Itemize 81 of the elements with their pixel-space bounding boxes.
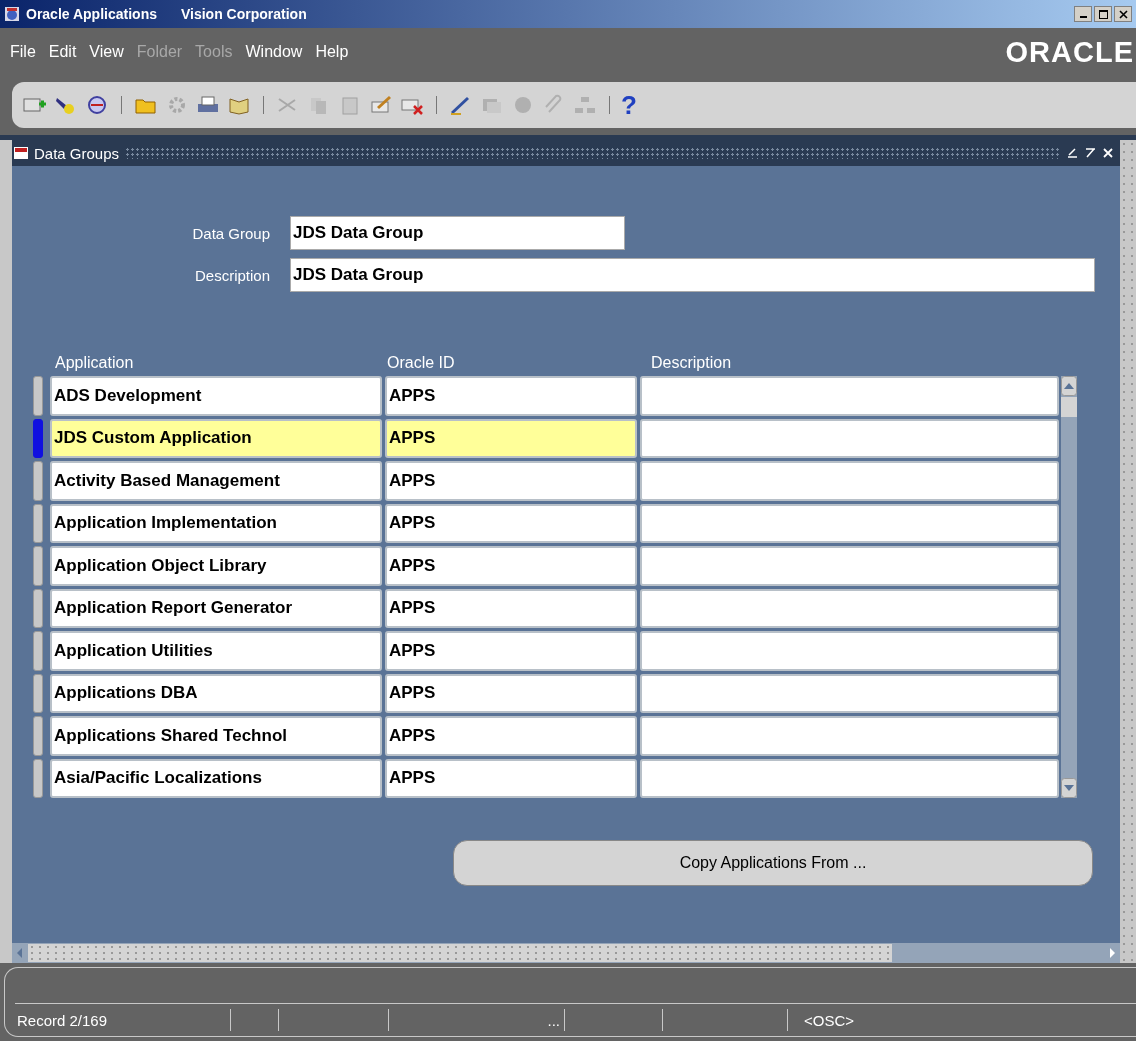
close-icon[interactable] [1102,147,1114,159]
table-cell[interactable] [640,546,1059,586]
form-title: Data Groups [34,144,120,162]
table-cell[interactable]: APPS [385,503,637,543]
copy-applications-button[interactable]: Copy Applications From ... [453,840,1093,886]
row-indicator[interactable] [33,461,43,501]
row-indicator[interactable] [33,631,43,671]
column-header: Application [54,354,135,373]
window-subtitle: Vision Corporation [180,6,307,22]
text-field[interactable]: JDS Data Group [290,258,1095,292]
table-cell[interactable]: APPS [385,376,637,416]
maximize-icon [1098,9,1108,19]
scroll-up-icon[interactable] [1061,376,1077,396]
table-cell[interactable] [640,588,1059,628]
table-cell[interactable]: APPS [385,673,637,713]
table-cell[interactable]: Asia/Pacific Localizations [50,758,382,798]
row-indicator[interactable] [33,546,43,586]
table-cell[interactable] [640,631,1059,671]
table-cell[interactable]: Applications Shared Technol [50,716,382,756]
table-cell[interactable]: APPS [385,588,637,628]
menu-item[interactable]: File [10,43,36,61]
minimize-icon [1079,15,1087,18]
app-icon [4,6,20,22]
table-cell[interactable] [640,716,1059,756]
table-cell[interactable]: Activity Based Management [50,461,382,501]
table-cell[interactable] [640,418,1059,458]
table-cell[interactable]: APPS [385,418,637,458]
table-cell[interactable] [640,758,1059,798]
table-cell[interactable]: APPS [385,716,637,756]
maximize-button[interactable] [1094,6,1112,22]
record-count: Record 2/169 [5,1009,231,1031]
menu-item[interactable]: Edit [48,43,77,61]
column-header: Oracle ID [386,354,456,373]
table-cell[interactable]: Application Report Generator [50,588,382,628]
status-field: ... [389,1009,565,1031]
close-icon [1118,9,1128,19]
form-icon [14,147,28,159]
table-cell[interactable]: Application Object Library [50,546,382,586]
table-cell[interactable] [640,503,1059,543]
table-cell[interactable]: APPS [385,631,637,671]
scroll-thumb[interactable] [28,944,892,962]
text-field[interactable]: JDS Data Group [290,216,625,250]
menu-item[interactable]: View [89,43,124,61]
table-cell[interactable]: Application Implementation [50,503,382,543]
horizontal-scrollbar[interactable] [12,943,1120,963]
table-cell[interactable] [640,673,1059,713]
row-indicator[interactable] [33,503,43,543]
status-field: <OSC> [788,1009,859,1031]
window-title: Oracle Applications [26,6,157,22]
row-indicator[interactable] [33,418,43,458]
table-cell[interactable]: APPS [385,758,637,798]
menu-item[interactable]: Window [245,43,303,61]
scroll-down-icon[interactable] [1061,778,1077,798]
hierarchy-icon[interactable] [572,94,598,116]
table-cell[interactable] [640,376,1059,416]
maximize-icon[interactable] [1084,147,1096,159]
scroll-thumb[interactable] [1061,397,1077,417]
pencil-icon[interactable] [368,94,394,116]
close-button[interactable] [1114,6,1132,22]
row-indicator[interactable] [33,588,43,628]
table-cell[interactable]: Applications DBA [50,673,382,713]
menu-item[interactable]: Help [315,43,349,61]
table-cell[interactable] [640,461,1059,501]
oracle-logo: ORACLE [1005,35,1134,69]
table-cell[interactable]: APPS [385,461,637,501]
column-header: Description [650,354,732,373]
table-cell[interactable]: Application Utilities [50,631,382,671]
window-scrollbar[interactable] [1120,140,1136,963]
field-label: Description [193,266,271,284]
table-cell[interactable]: ADS Development [50,376,382,416]
table-cell[interactable]: JDS Custom Application [50,418,382,458]
minimize-button[interactable] [1074,6,1092,22]
table-scrollbar[interactable] [1061,376,1077,798]
row-indicator[interactable] [33,376,43,416]
table-cell[interactable]: APPS [385,546,637,586]
help-button[interactable]: ? [621,92,637,118]
row-indicator[interactable] [33,673,43,713]
minimize-icon[interactable] [1066,147,1078,159]
row-indicator[interactable] [33,716,43,756]
row-indicator[interactable] [33,758,43,798]
field-label: Data Group [191,224,271,242]
